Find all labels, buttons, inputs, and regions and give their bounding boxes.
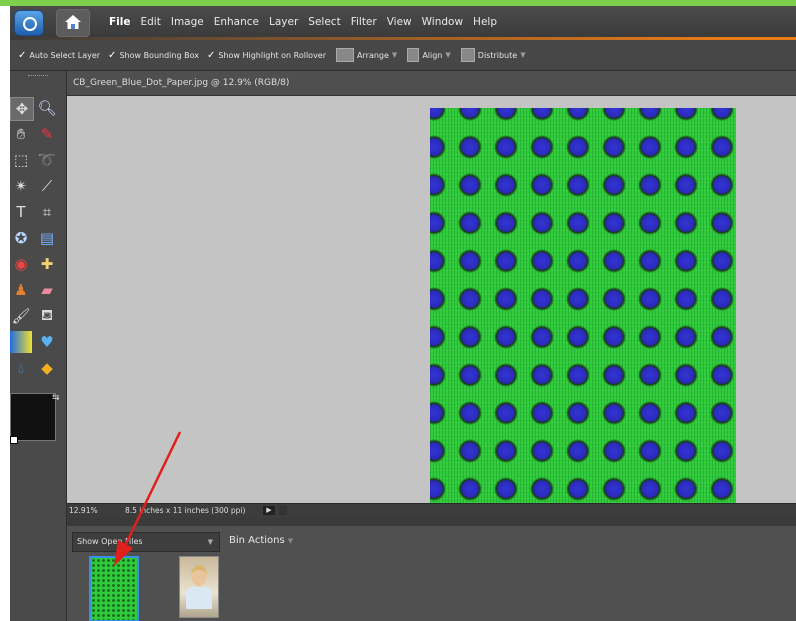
annotation-arrow-shaft (122, 431, 182, 549)
annotation-arrow-head (114, 540, 133, 566)
annotation-arrow (114, 431, 182, 566)
